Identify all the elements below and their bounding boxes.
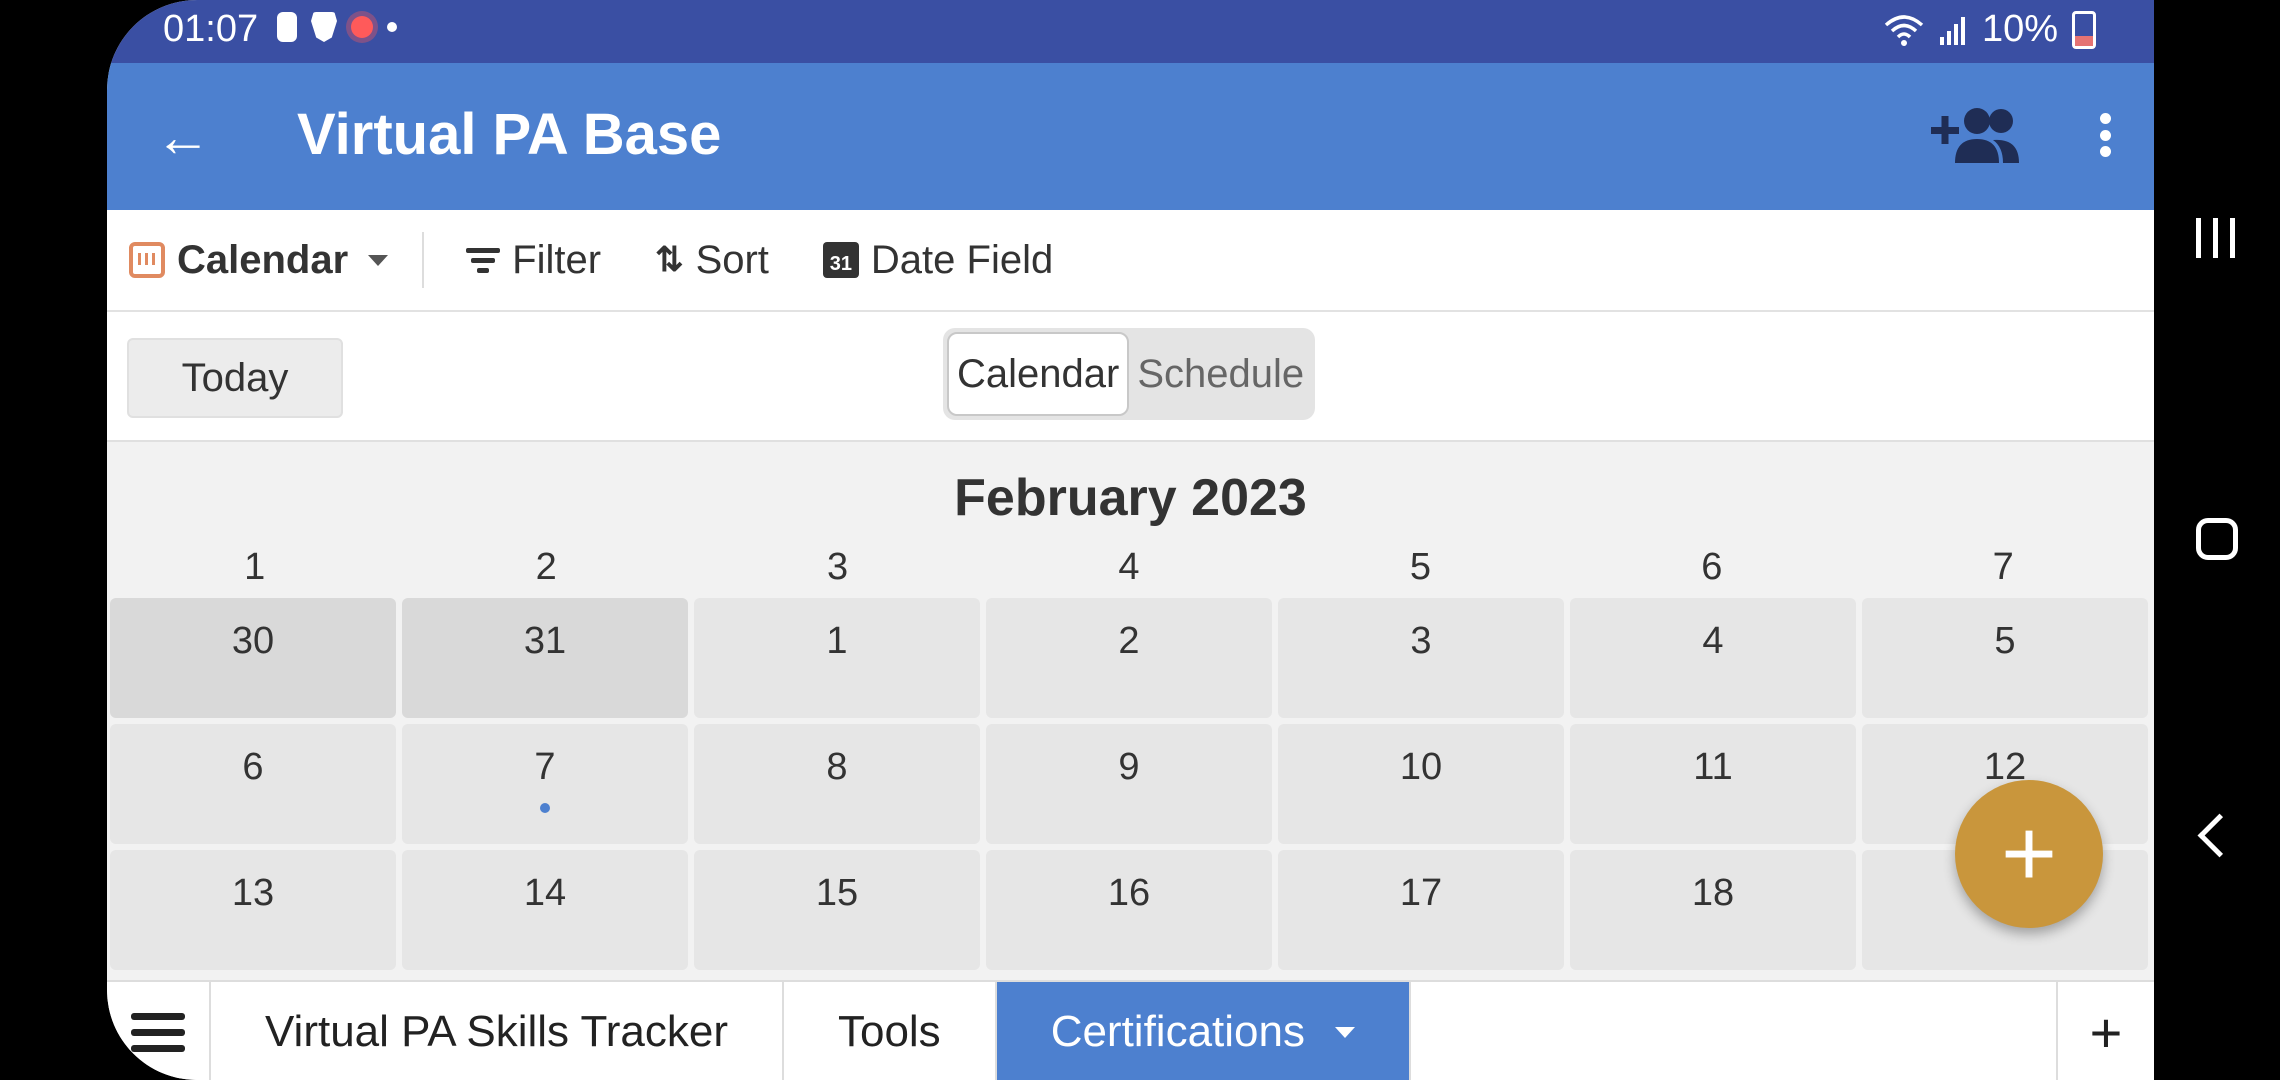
day-cell[interactable]: 15 [694,850,980,970]
day-cell[interactable]: 9 [986,724,1272,844]
calendar-controls: Today Calendar Schedule [107,312,2154,442]
sort-label: Sort [695,237,769,282]
week-header-row: 1 2 3 4 5 6 7 [109,546,2149,589]
day-cell[interactable]: 2 [986,598,1272,718]
view-switcher-label: Calendar [177,237,349,282]
battery-percent: 10% [1981,8,2058,50]
tab-bar-spacer [1411,982,2058,1080]
tab-certifications[interactable]: Certifications [996,982,1411,1080]
day-cell[interactable]: 18 [1570,850,1856,970]
day-cell[interactable]: 10 [1278,724,1564,844]
week-header: 7 [1992,546,2014,588]
month-title: February 2023 [954,469,1307,527]
tab-tools[interactable]: Tools [784,982,997,1080]
battery-icon [2072,10,2096,49]
wifi-icon [1884,14,1924,46]
day-cell[interactable]: 6 [110,724,396,844]
week-header: 1 [244,546,266,588]
day-cell[interactable]: 31 [402,598,688,718]
status-notification-icons [277,12,397,42]
event-indicator-dot [540,803,550,813]
view-toolbar: Calendar Filter ⇅ Sort 31 Date Field [107,210,2154,312]
chevron-down-icon [1335,1026,1355,1038]
app-screen: 01:07 10% ← Virtual PA Base Calendar Fil… [107,0,2154,1080]
filter-button[interactable]: Filter [466,210,601,310]
day-cell[interactable]: 3 [1278,598,1564,718]
day-cell[interactable]: 30 [110,598,396,718]
more-options-icon[interactable] [2098,113,2112,157]
view-mode-toggle: Calendar Schedule [943,328,1315,420]
week-header: 2 [535,546,557,588]
day-cell[interactable]: 17 [1278,850,1564,970]
recording-icon [351,16,373,38]
date-field-button[interactable]: 31 Date Field [822,210,1054,310]
status-bar: 01:07 10% [107,0,2154,63]
calendar-grid: 30 31 1 2 3 4 5 6 7 8 9 10 11 12 13 14 1… [110,598,2152,970]
day-cell[interactable]: 1 [694,598,980,718]
system-nav-bar [2154,0,2280,1080]
add-table-button[interactable]: + [2058,982,2154,1080]
recent-apps-icon[interactable] [2196,218,2235,258]
calendar-mode-option[interactable]: Calendar [947,332,1130,416]
filter-label: Filter [512,237,602,282]
sort-button[interactable]: ⇅ Sort [655,210,769,310]
view-switcher[interactable]: Calendar [129,210,389,310]
toolbar-divider [422,232,425,288]
day-cell[interactable]: 11 [1570,724,1856,844]
date-calendar-icon: 31 [822,242,859,278]
day-number: 7 [534,746,556,788]
status-time: 01:07 [163,8,259,50]
page-title: Virtual PA Base [297,102,722,167]
status-right: 10% [1884,8,2096,51]
calendar-view-icon [129,242,165,278]
day-cell[interactable]: 14 [402,850,688,970]
signal-icon [1939,16,1965,45]
app-bar: ← Virtual PA Base [107,63,2154,210]
hamburger-menu-icon[interactable] [107,982,211,1080]
schedule-mode-option[interactable]: Schedule [1129,334,1312,414]
day-cell[interactable]: 16 [986,850,1272,970]
day-cell[interactable]: 8 [694,724,980,844]
table-tab-bar: Virtual PA Skills Tracker Tools Certific… [107,980,2154,1080]
tab-virtual-pa-skills-tracker[interactable]: Virtual PA Skills Tracker [211,982,784,1080]
day-cell[interactable]: 13 [110,850,396,970]
chevron-down-icon [368,254,389,266]
week-header: 3 [826,546,849,588]
tab-certifications-label: Certifications [1050,1007,1305,1056]
date-field-label: Date Field [870,237,1054,282]
day-cell[interactable]: 5 [1862,598,2148,718]
home-icon[interactable] [2196,518,2238,560]
add-collaborator-icon[interactable] [1931,105,2019,165]
back-arrow-icon[interactable]: ← [155,109,211,165]
sort-icon: ⇅ [655,241,684,279]
week-header: 6 [1701,546,1723,588]
back-nav-icon[interactable] [2197,813,2242,858]
brave-browser-icon [311,12,337,42]
day-cell[interactable]: 7 [402,724,688,844]
filter-icon [466,246,501,274]
more-notifications-dot-icon [387,22,397,32]
alert-notification-icon [277,12,297,42]
week-header: 4 [1118,546,1140,588]
week-header: 5 [1409,546,1431,588]
day-cell[interactable]: 4 [1570,598,1856,718]
today-button[interactable]: Today [127,338,343,418]
add-record-button[interactable]: + [1955,780,2103,928]
